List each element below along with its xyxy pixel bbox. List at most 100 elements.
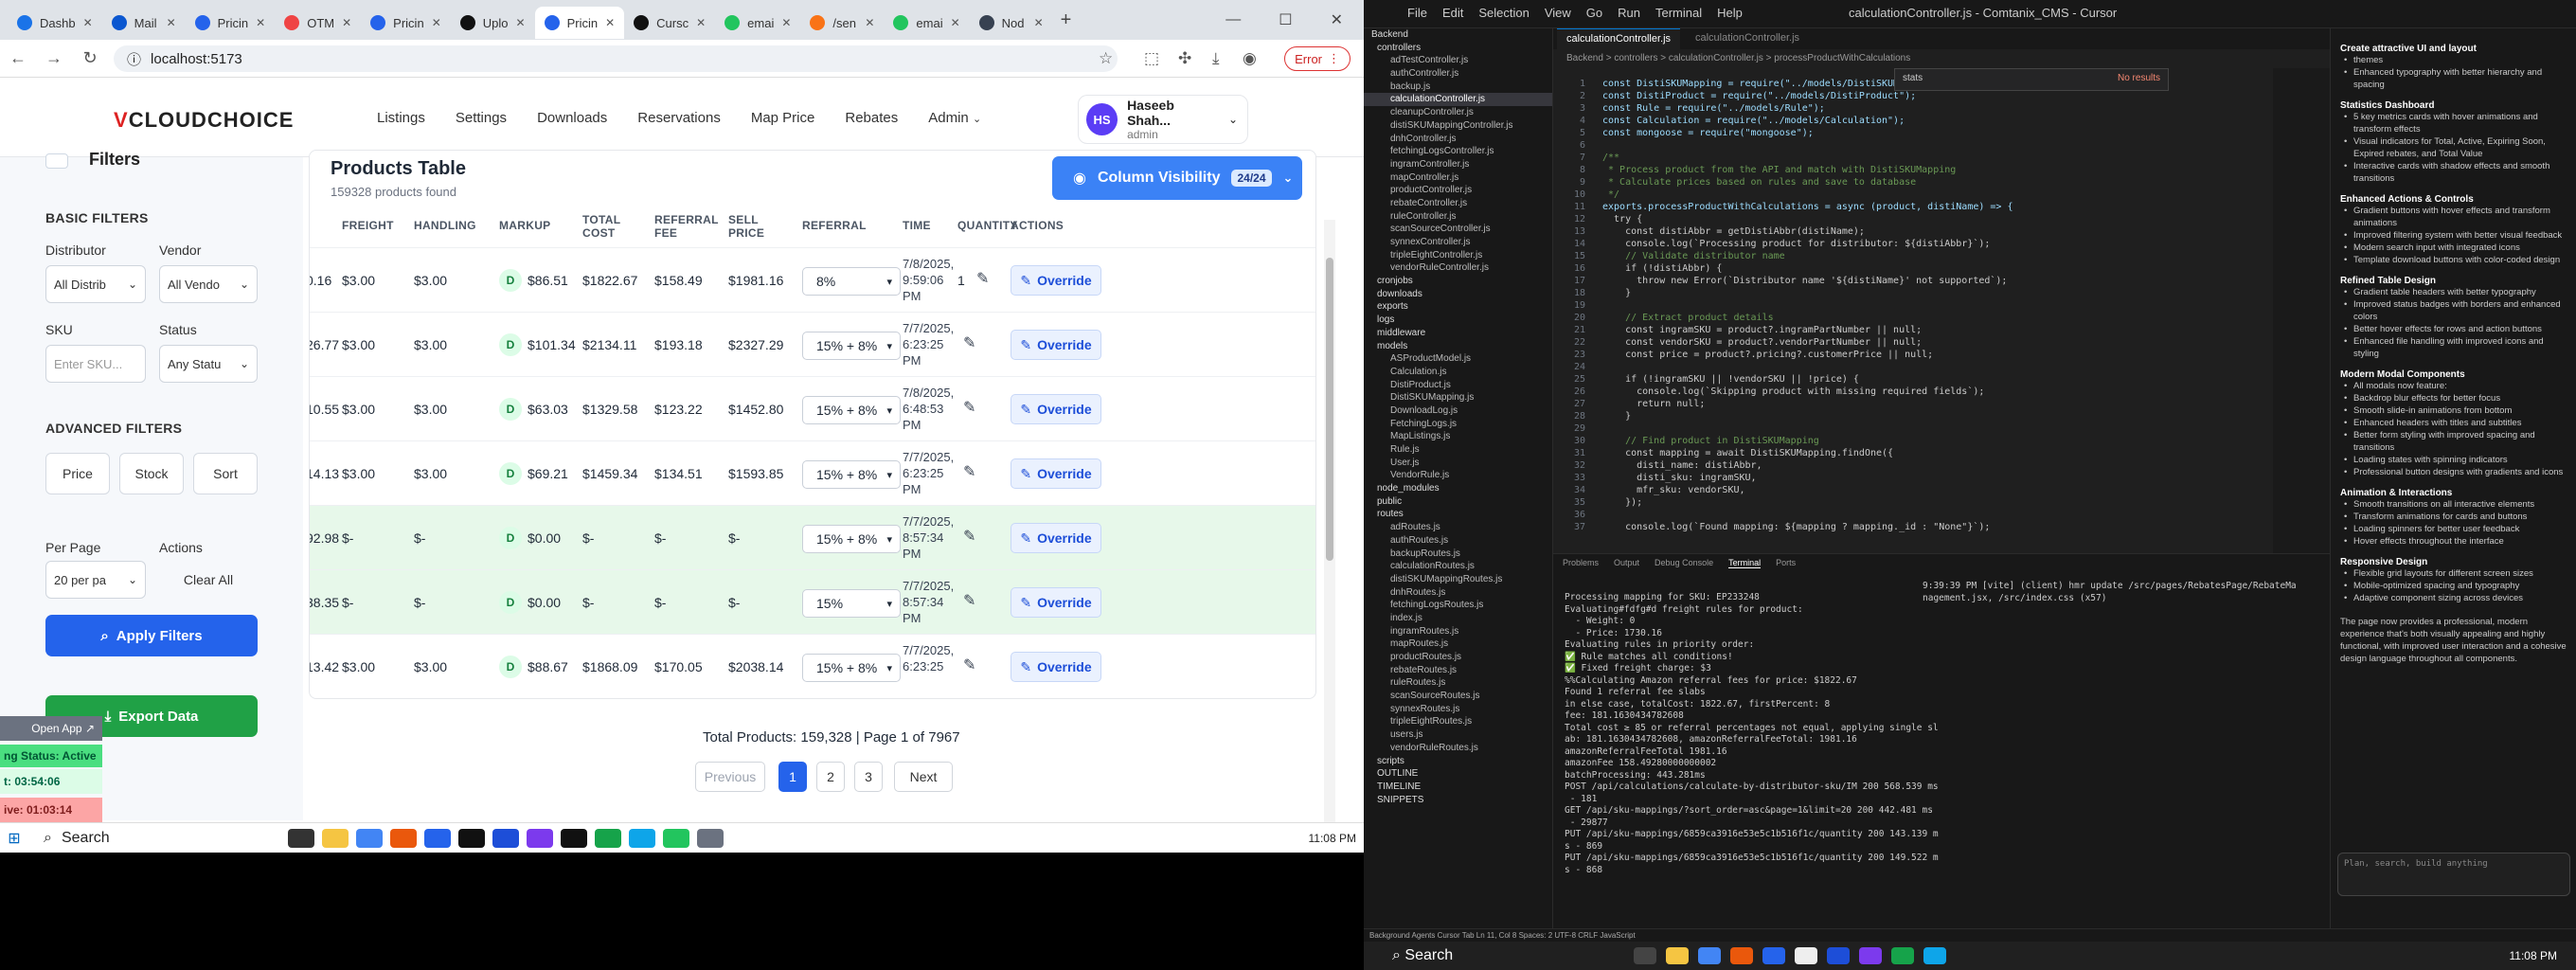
app-icon[interactable] <box>527 828 553 848</box>
nav-settings[interactable]: Settings <box>456 110 507 126</box>
find-widget[interactable]: stats No results <box>1894 68 2169 91</box>
explorer-folder[interactable]: cronjobs <box>1364 275 1552 288</box>
page-1-button[interactable]: 1 <box>778 762 807 792</box>
explorer-file[interactable]: scanSourceController.js <box>1364 223 1552 236</box>
nav-reservations[interactable]: Reservations <box>637 110 721 126</box>
nav-admin[interactable]: Admin ⌄ <box>928 110 981 126</box>
app-icon[interactable] <box>663 828 689 848</box>
override-button[interactable]: ✎ Override <box>1011 587 1101 618</box>
explorer-file[interactable]: DistiSKUMapping.js <box>1364 391 1552 404</box>
bookmark-star-icon[interactable]: ☆ <box>1099 49 1113 68</box>
browser-tab[interactable]: Dashb ✕ <box>8 7 102 39</box>
close-icon[interactable]: ✕ <box>167 16 176 29</box>
referral-select[interactable]: 15% + 8% ▾ <box>802 654 901 682</box>
edit-icon[interactable]: ✎ <box>963 398 975 417</box>
profile-icon[interactable]: ◉ <box>1243 49 1257 68</box>
explorer-folder[interactable]: routes <box>1364 508 1552 521</box>
panel-tab[interactable]: Terminal <box>1728 558 1762 568</box>
sku-input[interactable]: Enter SKU... <box>45 345 146 383</box>
explorer-file[interactable]: fetchingLogsRoutes.js <box>1364 599 1552 612</box>
nav-rebates[interactable]: Rebates <box>845 110 898 126</box>
edit-icon[interactable]: ✎ <box>976 269 989 288</box>
apply-filters-button[interactable]: ⌕ Apply Filters <box>45 615 258 656</box>
explorer-file[interactable]: vendorRuleRoutes.js <box>1364 742 1552 755</box>
explorer-folder[interactable]: OUTLINE <box>1364 767 1552 781</box>
horizontal-scrollbar[interactable] <box>310 698 1316 699</box>
excel-icon[interactable] <box>595 828 621 848</box>
column-header[interactable]: REFERRAL FEE <box>654 213 721 240</box>
referral-select[interactable]: 15% + 8% ▾ <box>802 525 901 553</box>
excel-icon[interactable] <box>1891 947 1914 964</box>
previous-page-button[interactable]: Previous <box>695 762 765 792</box>
override-button[interactable]: ✎ Override <box>1011 652 1101 682</box>
browser-tab[interactable]: OTM ✕ <box>275 7 361 39</box>
close-icon[interactable]: ✕ <box>696 16 706 29</box>
browser-tab[interactable]: emai ✕ <box>884 7 969 39</box>
chrome-icon[interactable] <box>356 828 383 848</box>
explorer-folder[interactable]: controllers <box>1364 42 1552 55</box>
override-button[interactable]: ✎ Override <box>1011 458 1101 489</box>
explorer-file[interactable]: ingramController.js <box>1364 158 1552 171</box>
app-icon[interactable] <box>1859 947 1882 964</box>
clear-all-button[interactable]: Clear All <box>159 561 258 599</box>
editor-menu-item[interactable]: Selection <box>1478 6 1529 20</box>
override-button[interactable]: ✎ Override <box>1011 394 1101 424</box>
back-icon[interactable]: ← <box>0 48 36 68</box>
column-header[interactable]: MARKUP <box>499 219 565 232</box>
cursor-icon[interactable] <box>561 828 587 848</box>
explorer-file[interactable]: index.js <box>1364 612 1552 625</box>
explorer-file[interactable]: adRoutes.js <box>1364 521 1552 534</box>
browser-tab[interactable]: /sen ✕ <box>800 7 884 39</box>
stock-filter-button[interactable]: Stock <box>119 453 184 494</box>
explorer-file[interactable]: dnhController.js <box>1364 133 1552 146</box>
taskbar-search[interactable]: ⌕ Search <box>1364 947 1629 964</box>
explorer-file[interactable]: ruleController.js <box>1364 210 1552 224</box>
open-app-button[interactable]: Open App ↗ <box>0 716 102 741</box>
nav-listings[interactable]: Listings <box>377 110 425 126</box>
extension-icon[interactable]: ⬚ <box>1144 49 1159 68</box>
edit-icon[interactable]: ✎ <box>963 591 975 610</box>
explorer-file[interactable]: ASProductModel.js <box>1364 352 1552 366</box>
browser-tab[interactable]: Cursc ✕ <box>624 7 715 39</box>
edit-icon[interactable]: ✎ <box>963 462 975 481</box>
explorer-file[interactable]: distiSKUMappingRoutes.js <box>1364 573 1552 586</box>
panel-tab[interactable]: Problems <box>1563 558 1599 568</box>
editor-tab-active[interactable]: calculationController.js <box>1557 28 1681 49</box>
explorer-file[interactable]: Calculation.js <box>1364 366 1552 379</box>
sort-filter-button[interactable]: Sort <box>193 453 258 494</box>
edit-icon[interactable]: ✎ <box>963 656 975 674</box>
firefox-icon[interactable] <box>390 828 417 848</box>
override-button[interactable]: ✎ Override <box>1011 523 1101 553</box>
file-explorer-icon[interactable] <box>322 828 349 848</box>
referral-select[interactable]: 15% + 8% ▾ <box>802 332 901 360</box>
explorer-file[interactable]: productController.js <box>1364 184 1552 197</box>
explorer-folder[interactable]: TIMELINE <box>1364 781 1552 794</box>
terminal-output-vite[interactable]: 9:39:39 PM [vite] (client) hmr update /s… <box>1923 581 2320 604</box>
new-tab-icon[interactable]: + <box>1061 9 1072 31</box>
column-header[interactable]: HANDLING <box>414 219 480 232</box>
close-icon[interactable]: ✕ <box>432 16 441 29</box>
app-icon[interactable] <box>697 828 724 848</box>
nav-downloads[interactable]: Downloads <box>537 110 607 126</box>
override-button[interactable]: ✎ Override <box>1011 265 1101 296</box>
close-icon[interactable]: ✕ <box>1331 10 1343 29</box>
find-input[interactable]: stats <box>1903 73 1923 83</box>
per-page-select[interactable]: 20 per pa ⌄ <box>45 561 146 599</box>
close-icon[interactable]: ✕ <box>342 16 351 29</box>
code-editor[interactable]: 1 const DistiSKUMapping = require("../mod… <box>1553 68 2273 553</box>
firefox-icon[interactable] <box>1730 947 1753 964</box>
reload-icon[interactable]: ↻ <box>72 48 108 68</box>
task-view-icon[interactable] <box>1634 947 1656 964</box>
explorer-file[interactable]: ruleRoutes.js <box>1364 676 1552 690</box>
error-button[interactable]: Error ⋮ <box>1284 46 1351 71</box>
browser-tab[interactable]: Uplo ✕ <box>451 7 535 39</box>
editor-menu-item[interactable]: Go <box>1586 6 1602 20</box>
editor-menu-item[interactable]: Help <box>1717 6 1743 20</box>
explorer-file[interactable]: vendorRuleController.js <box>1364 261 1552 275</box>
forward-icon[interactable]: → <box>36 48 72 68</box>
edit-icon[interactable]: ✎ <box>963 333 975 352</box>
browser-tab[interactable]: Pricin ✕ <box>186 7 276 39</box>
explorer-file[interactable]: DistiProduct.js <box>1364 379 1552 392</box>
explorer-folder[interactable]: scripts <box>1364 755 1552 768</box>
explorer-file[interactable]: distiSKUMappingController.js <box>1364 119 1552 133</box>
